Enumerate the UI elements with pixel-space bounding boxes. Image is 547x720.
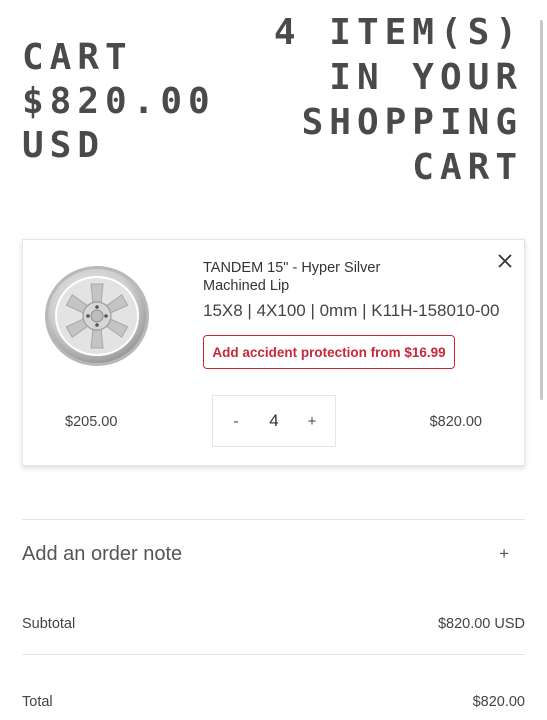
close-icon[interactable] — [496, 252, 514, 270]
quantity-stepper: - 4 + — [212, 395, 336, 447]
quantity-value[interactable]: 4 — [259, 411, 289, 431]
decrement-button[interactable]: - — [213, 413, 259, 430]
total-value: $820.00 — [472, 694, 525, 710]
item-count-heading: 4 ITEM(S) IN YOUR SHOPPING CART — [263, 10, 523, 190]
cart-total-heading: CART $820.00 USD — [22, 36, 232, 168]
cart-item-card: TANDEM 15" - Hyper Silver Machined Lip 1… — [22, 239, 525, 466]
cart-heading-amount: $820.00 — [22, 81, 216, 122]
line-total: $820.00 — [429, 414, 482, 430]
subtotal-label: Subtotal — [22, 616, 76, 632]
increment-button[interactable]: + — [289, 413, 335, 430]
product-variant: 15X8 | 4X100 | 0mm | K11H-158010-00 — [203, 301, 500, 320]
add-protection-button[interactable]: Add accident protection from $16.99 — [203, 335, 455, 369]
product-title-line: Machined Lip — [203, 278, 290, 294]
item-count-line: CART — [412, 147, 523, 188]
total-label: Total — [22, 694, 53, 710]
plus-icon[interactable]: + — [499, 544, 509, 564]
scrollbar[interactable] — [540, 20, 543, 400]
item-count-line: SHOPPING — [301, 102, 523, 143]
order-note-toggle[interactable]: Add an order note — [22, 543, 182, 566]
item-count-line: IN YOUR — [329, 57, 523, 98]
item-count-line: 4 ITEM(S) — [273, 12, 523, 53]
cart-heading-currency: USD — [22, 125, 106, 166]
cart-heading-line: CART — [22, 37, 133, 78]
divider — [22, 654, 525, 655]
divider — [22, 519, 525, 520]
wheel-image[interactable] — [43, 262, 151, 370]
product-title-line: TANDEM 15" - Hyper Silver — [203, 260, 381, 276]
unit-price: $205.00 — [65, 414, 118, 430]
subtotal-value: $820.00 USD — [437, 616, 525, 632]
product-title[interactable]: TANDEM 15" - Hyper Silver Machined Lip — [203, 259, 443, 295]
